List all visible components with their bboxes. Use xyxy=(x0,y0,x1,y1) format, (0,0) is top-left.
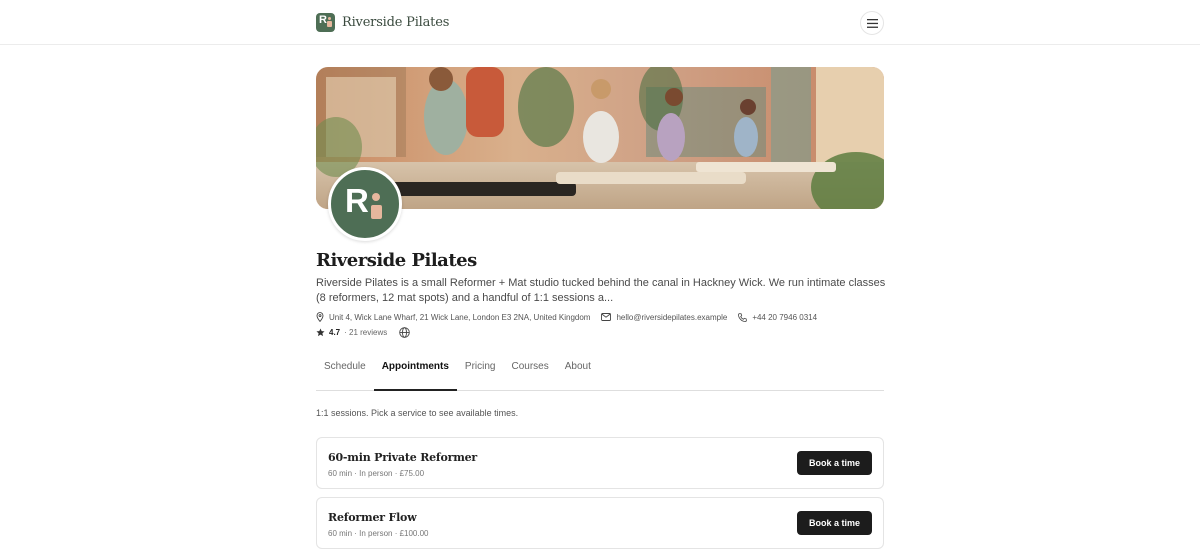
service-card: 60-min Private Reformer 60 min · In pers… xyxy=(316,437,884,489)
mail-icon xyxy=(601,313,612,321)
rating-row: 4.7 · 21 reviews xyxy=(316,327,411,338)
studio-avatar: R xyxy=(328,167,402,241)
menu-button[interactable] xyxy=(860,11,884,35)
service-card: Reformer Flow 60 min · In person · £100.… xyxy=(316,497,884,549)
contact-row: Unit 4, Wick Lane Wharf, 21 Wick Lane, L… xyxy=(316,312,828,322)
email-text: hello@riversidepilates.example xyxy=(616,312,728,322)
phone-text: +44 20 7946 0314 xyxy=(752,312,818,322)
book-a-time-button[interactable]: Book a time xyxy=(797,511,872,535)
brand-logo: R xyxy=(316,13,335,32)
address: Unit 4, Wick Lane Wharf, 21 Wick Lane, L… xyxy=(316,312,590,322)
tab-courses[interactable]: Courses xyxy=(504,361,557,391)
hamburger-icon xyxy=(866,18,878,28)
phone-link[interactable]: +44 20 7946 0314 xyxy=(738,313,817,322)
brand-link[interactable]: R Riverside Pilates xyxy=(316,13,449,32)
tab-appointments[interactable]: Appointments xyxy=(373,361,457,391)
tab-bar: Schedule Appointments Pricing Courses Ab… xyxy=(316,361,884,391)
studio-description: Riverside Pilates is a small Reformer + … xyxy=(316,277,886,304)
hero-banner-image xyxy=(316,67,884,209)
tab-about[interactable]: About xyxy=(557,361,599,391)
address-text: Unit 4, Wick Lane Wharf, 21 Wick Lane, L… xyxy=(329,312,591,322)
brand-name: Riverside Pilates xyxy=(342,15,450,30)
review-count[interactable]: · 21 reviews xyxy=(344,328,387,337)
map-pin-icon xyxy=(316,312,324,322)
service-title: Reformer Flow xyxy=(328,511,417,524)
service-meta: 60 min · In person · £75.00 xyxy=(328,469,425,478)
rating-value: 4.7 xyxy=(329,328,341,337)
tab-pricing[interactable]: Pricing xyxy=(457,361,504,391)
tab-schedule[interactable]: Schedule xyxy=(316,361,374,391)
globe-icon[interactable] xyxy=(399,327,411,338)
book-a-time-button[interactable]: Book a time xyxy=(797,451,872,475)
top-bar: R Riverside Pilates xyxy=(0,0,1200,45)
phone-icon xyxy=(738,312,748,322)
studio-title: Riverside Pilates xyxy=(316,250,477,271)
star-icon xyxy=(316,328,325,337)
email-link[interactable]: hello@riversidepilates.example xyxy=(601,313,727,322)
service-title: 60-min Private Reformer xyxy=(328,451,478,464)
appointments-intro: 1:1 sessions. Pick a service to see avai… xyxy=(316,408,519,418)
service-meta: 60 min · In person · £100.00 xyxy=(328,529,429,538)
